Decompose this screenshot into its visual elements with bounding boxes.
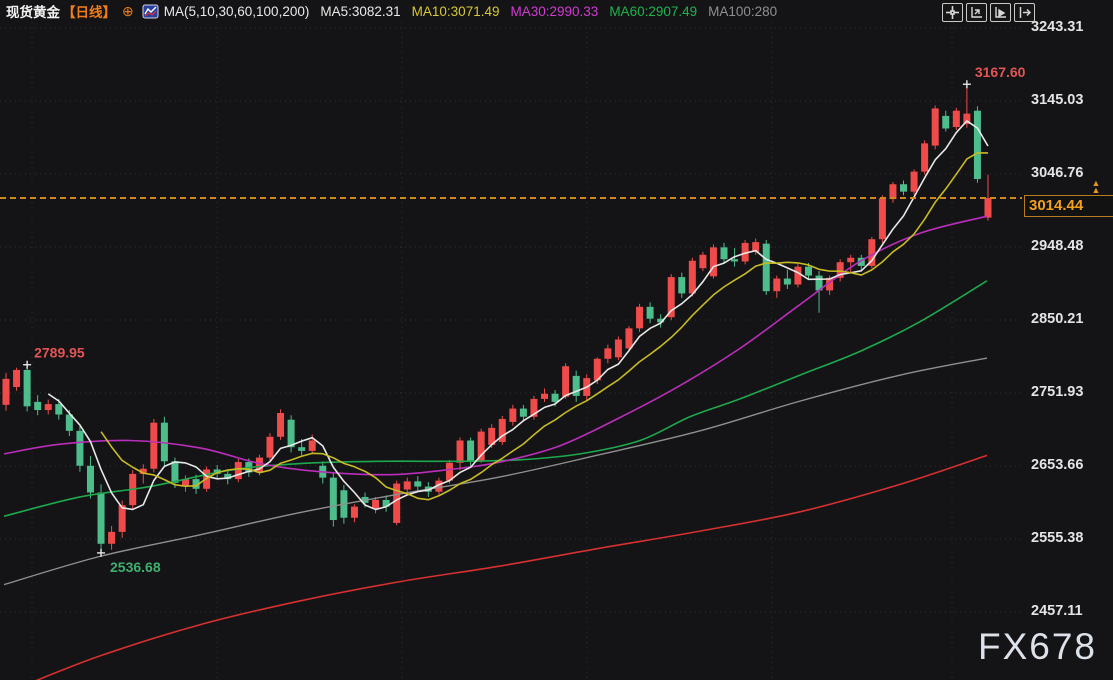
ma-group-label: MA(5,10,30,60,100,200) [164,4,310,19]
axis-tick-6: 2653.66 [1031,457,1083,473]
ma200-line [20,455,987,680]
chart-toolbar [942,3,1035,22]
ma5-line [48,121,988,510]
ma-value-1: MA10:3071.49 [412,4,500,19]
add-indicator-icon[interactable]: ⊕ [122,3,134,20]
ma-legend: MA5:3082.31 MA10:3071.49 MA30:2990.33 MA60:… [309,4,777,19]
pan-right-icon[interactable] [1014,3,1035,22]
ma10-line [101,153,988,500]
last-price-badge: 3014.44 [1024,195,1113,217]
ma-value-2: MA30:2990.33 [510,4,598,19]
axis-tick-4: 2850.21 [1031,311,1083,327]
axis-tick-5: 2751.93 [1031,384,1083,400]
mini-chart-icon [142,4,159,19]
price-annotation: 3167.60 [975,64,1026,80]
grid-lines [0,22,1022,680]
axis-zoom-right-icon[interactable] [990,3,1011,22]
ma-value-0: MA5:3082.31 [320,4,400,19]
axis-tick-3: 2948.48 [1031,238,1083,254]
timeframe-label[interactable]: 【日线】 [62,1,116,21]
crosshair-icon[interactable] [942,3,963,22]
price-annotation: 2789.95 [34,345,85,361]
trading-chart-app: 2789.95 2536.68 3167.60 现货黄金 【日线】 ⊕ MA(5,1… [0,0,1113,680]
watermark-fx678: FX678 [978,626,1097,668]
price-annotation: 2536.68 [110,559,161,575]
ma60-line [4,281,987,516]
ma100-line [4,358,987,585]
chart-canvas[interactable]: 2789.95 2536.68 3167.60 [0,0,1113,680]
axis-tick-7: 2555.38 [1031,530,1083,546]
symbol-title: 现货黄金 [6,1,60,21]
axis-tick-8: 2457.11 [1031,603,1083,619]
candlesticks [3,84,992,553]
ma-value-3: MA60:2907.49 [609,4,697,19]
axis-tick-2: 3046.76 [1031,165,1083,181]
price-up-arrows-icon: ▲▲ [1088,180,1104,194]
ma-value-4: MA100:280 [708,4,777,19]
axis-zoom-left-icon[interactable] [966,3,987,22]
axis-tick-1: 3145.03 [1031,92,1083,108]
